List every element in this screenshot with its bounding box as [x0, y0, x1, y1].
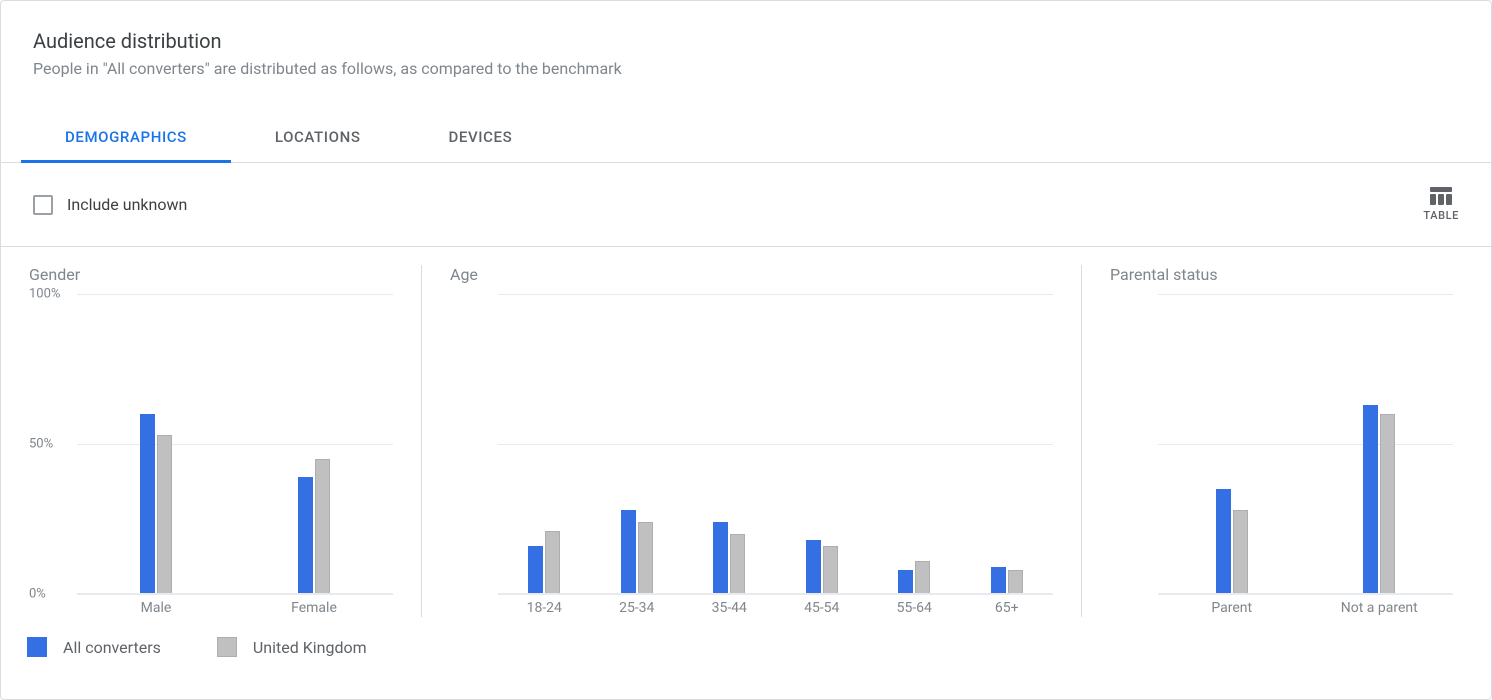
chart-age: Age 18-2425-3435-4445-5455-6465+ — [421, 265, 1081, 617]
bar-benchmark[interactable] — [1380, 414, 1395, 594]
legend-item-all-converters: All converters — [27, 637, 161, 657]
x-axis: 18-2425-3435-4445-5455-6465+ — [498, 593, 1053, 617]
bar-benchmark[interactable] — [315, 459, 330, 594]
y-tick-label: 50% — [29, 437, 53, 452]
tab-demographics[interactable]: DEMOGRAPHICS — [21, 114, 231, 163]
table-icon — [1430, 187, 1452, 205]
charts-row: Gender 0% 50% 100% MaleFemale Age 18-2425-3435… — [1, 247, 1491, 617]
bar-group — [498, 294, 591, 594]
card-header: Audience distribution People in "All con… — [1, 1, 1491, 78]
bar-benchmark[interactable] — [545, 531, 560, 594]
swatch-grey — [217, 637, 237, 657]
x-axis: ParentNot a parent — [1158, 593, 1453, 617]
chart-gender: Gender 0% 50% 100% MaleFemale — [1, 265, 421, 617]
bar-group — [961, 294, 1054, 594]
card-subtitle: People in "All converters" are distribut… — [33, 59, 1459, 78]
tab-strip: DEMOGRAPHICS LOCATIONS DEVICES — [1, 114, 1491, 163]
bar-all-converters[interactable] — [528, 546, 543, 594]
controls-row: Include unknown TABLE — [1, 163, 1491, 247]
plot-parental: ParentNot a parent — [1110, 294, 1453, 617]
bar-benchmark[interactable] — [1008, 570, 1023, 594]
bar-group — [1158, 294, 1306, 594]
tab-devices[interactable]: DEVICES — [405, 114, 557, 163]
bar-benchmark[interactable] — [730, 534, 745, 594]
plot-area — [1158, 294, 1453, 594]
chart-title-parental: Parental status — [1110, 265, 1453, 284]
legend-item-benchmark: United Kingdom — [217, 637, 367, 657]
tab-locations[interactable]: LOCATIONS — [231, 114, 405, 163]
bar-all-converters[interactable] — [991, 567, 1006, 594]
bar-all-converters[interactable] — [1216, 489, 1231, 594]
legend: All converters United Kingdom — [1, 617, 1491, 677]
chart-title-gender: Gender — [29, 265, 393, 284]
bar-benchmark[interactable] — [638, 522, 653, 594]
chart-title-age: Age — [450, 265, 1053, 284]
x-tick-label: 55-64 — [868, 594, 961, 617]
x-tick-label: 45-54 — [776, 594, 869, 617]
x-tick-label: Male — [77, 594, 235, 617]
bar-all-converters[interactable] — [298, 477, 313, 594]
legend-text-a: All converters — [63, 638, 161, 657]
x-tick-label: 25-34 — [591, 594, 684, 617]
plot-area — [498, 294, 1053, 594]
x-tick-label: Parent — [1158, 594, 1306, 617]
x-tick-label: 18-24 — [498, 594, 591, 617]
y-tick-label: 0% — [29, 587, 46, 602]
table-view-button[interactable]: TABLE — [1423, 187, 1459, 222]
bar-all-converters[interactable] — [1363, 405, 1378, 594]
x-axis: MaleFemale — [77, 593, 393, 617]
checkbox-label: Include unknown — [67, 195, 187, 214]
include-unknown-checkbox[interactable]: Include unknown — [33, 195, 187, 215]
bar-group — [591, 294, 684, 594]
card-title: Audience distribution — [33, 29, 1459, 53]
bar-group — [683, 294, 776, 594]
plot-area — [77, 294, 393, 594]
x-tick-label: 35-44 — [683, 594, 776, 617]
audience-distribution-card: Audience distribution People in "All con… — [0, 0, 1492, 700]
x-tick-label: Female — [235, 594, 393, 617]
bar-group — [77, 294, 235, 594]
bar-benchmark[interactable] — [1233, 510, 1248, 594]
x-tick-label: 65+ — [961, 594, 1054, 617]
checkbox-box — [33, 195, 53, 215]
bar-group — [776, 294, 869, 594]
bar-all-converters[interactable] — [621, 510, 636, 594]
bar-group — [868, 294, 961, 594]
bar-all-converters[interactable] — [140, 414, 155, 594]
table-button-label: TABLE — [1423, 209, 1459, 222]
bar-all-converters[interactable] — [898, 570, 913, 594]
x-tick-label: Not a parent — [1306, 594, 1454, 617]
bar-group — [1306, 294, 1454, 594]
plot-age: 18-2425-3435-4445-5455-6465+ — [450, 294, 1053, 617]
y-tick-label: 100% — [29, 287, 60, 302]
bar-benchmark[interactable] — [157, 435, 172, 594]
legend-text-b: United Kingdom — [253, 638, 367, 657]
plot-gender: 0%50%100%MaleFemale — [29, 294, 393, 617]
bar-benchmark[interactable] — [915, 561, 930, 594]
bar-all-converters[interactable] — [713, 522, 728, 594]
bar-group — [235, 294, 393, 594]
bar-all-converters[interactable] — [806, 540, 821, 594]
chart-parental: Parental status ParentNot a parent — [1081, 265, 1481, 617]
swatch-blue — [27, 637, 47, 657]
bar-benchmark[interactable] — [823, 546, 838, 594]
